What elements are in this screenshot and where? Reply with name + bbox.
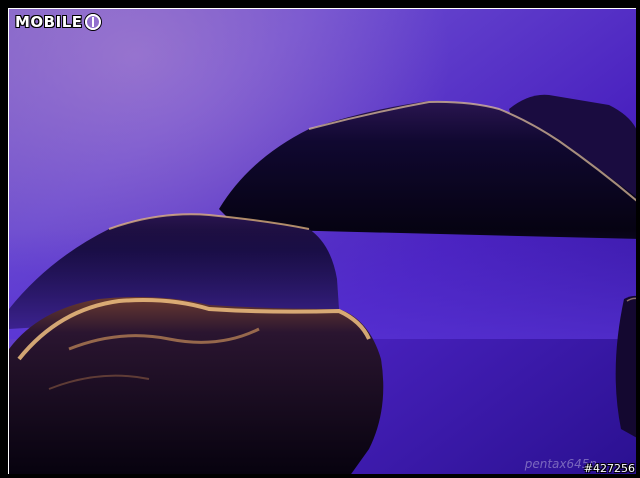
rocks-in-mist-scene <box>9 9 636 474</box>
photo: MOBILE pentax645n #427256 <box>8 8 636 475</box>
photo-frame: MOBILE pentax645n #427256 <box>0 0 640 478</box>
front-rock <box>9 297 384 474</box>
mobile01-01-icon <box>84 14 101 30</box>
photo-id-label: #427256 <box>583 462 635 475</box>
logo-text: MOBILE <box>15 13 83 31</box>
mobile01-logo: MOBILE <box>15 12 101 32</box>
